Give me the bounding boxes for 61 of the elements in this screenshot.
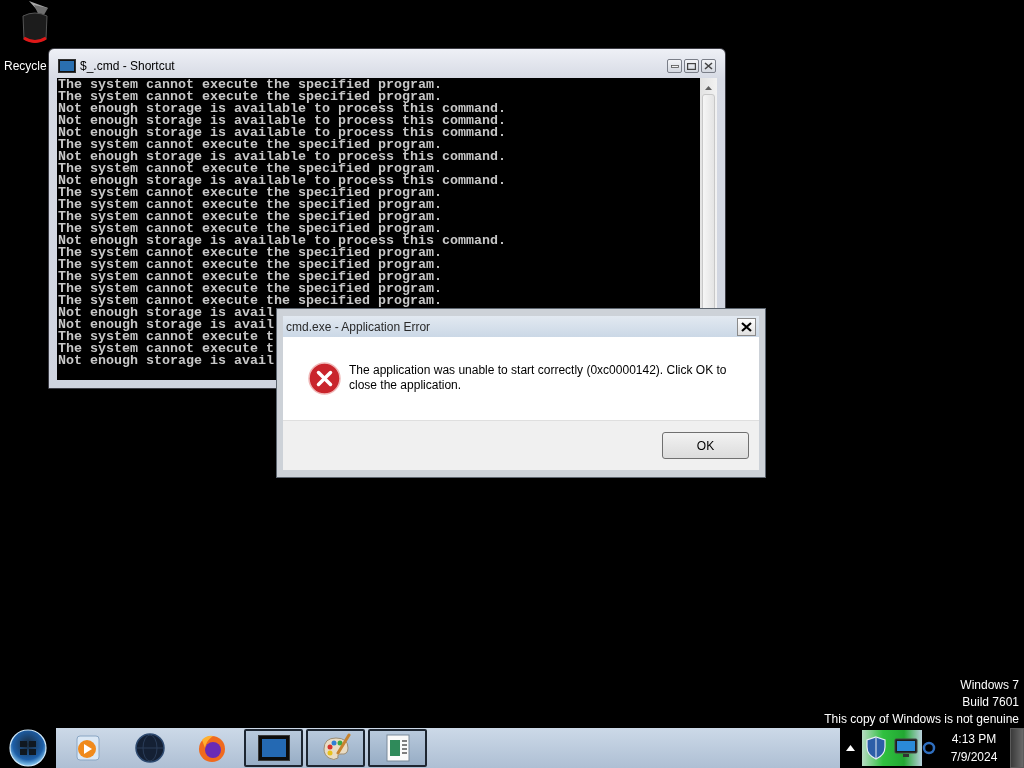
- console-line: The system cannot execute the specified program.: [58, 223, 442, 235]
- clock-date[interactable]: 7/9/2024: [950, 748, 998, 766]
- start-button[interactable]: [9, 729, 47, 767]
- console-line: The system cannot execute the specified program.: [58, 139, 442, 151]
- console-line: Not enough storage is avail: [58, 355, 274, 367]
- console-line: Not enough storage is available to process this command.: [58, 115, 506, 127]
- error-icon: [308, 362, 341, 395]
- close-button[interactable]: [737, 317, 756, 336]
- desktop-icon-label[interactable]: Recycle: [4, 58, 47, 74]
- minimize-icon: [670, 64, 679, 68]
- maximize-button[interactable]: [684, 59, 699, 73]
- console-line: The system cannot execute t: [58, 331, 274, 343]
- palette-icon: [320, 733, 351, 763]
- console-line: Not enough storage is avail: [58, 307, 274, 319]
- console-line: Not enough storage is avail: [58, 319, 274, 331]
- dialog-title: cmd.exe - Application Error: [286, 319, 431, 334]
- close-icon: [741, 321, 752, 332]
- console-line: The system cannot execute the specified program.: [58, 295, 442, 307]
- console-line: The system cannot execute the specified program.: [58, 259, 442, 271]
- ring-icon[interactable]: [922, 740, 936, 756]
- document-icon: [383, 734, 412, 762]
- console-line: The system cannot execute the specified program.: [58, 283, 442, 295]
- console-line: Not enough storage is available to process this command.: [58, 235, 506, 247]
- activation-notice-text: Build 7601: [962, 694, 1019, 711]
- window-icon: [58, 59, 76, 73]
- console-line: The system cannot execute the specified program.: [58, 79, 442, 91]
- window-icon: [257, 735, 290, 761]
- console-line: The system cannot execute t: [58, 343, 274, 355]
- console-line: Not enough storage is available to process this command.: [58, 151, 506, 163]
- console-line: Not enough storage is available to process this command.: [58, 175, 506, 187]
- bin-icon[interactable]: [19, 0, 51, 46]
- console-line: Not enough storage is available to process this command.: [58, 103, 506, 115]
- console-line: The system cannot execute the specified program.: [58, 187, 442, 199]
- console-line: The system cannot execute the specified program.: [58, 163, 442, 175]
- minimize-button[interactable]: [667, 59, 682, 73]
- activation-notice-text: Windows 7: [960, 677, 1019, 694]
- maximize-icon: [687, 62, 696, 70]
- up-arrow-icon[interactable]: [705, 86, 712, 90]
- ok-button[interactable]: OK: [662, 432, 749, 459]
- taskbar-button[interactable]: [306, 729, 365, 767]
- console-line: The system cannot execute the specified program.: [58, 211, 442, 223]
- close-button[interactable]: [701, 59, 716, 73]
- console-line: Not enough storage is available to process this command.: [58, 127, 506, 139]
- globe-icon: [134, 733, 165, 763]
- flame-globe-icon: [196, 733, 227, 763]
- caret-up-icon[interactable]: [846, 745, 855, 751]
- activation-notice-text: This copy of Windows is not genuine: [824, 711, 1019, 728]
- console-line: The system cannot execute the specified program.: [58, 247, 442, 259]
- monitor-icon[interactable]: [894, 738, 918, 758]
- flag-orb-icon: [9, 729, 47, 767]
- console-line: The system cannot execute the specified program.: [58, 91, 442, 103]
- taskbar-button[interactable]: [244, 729, 303, 767]
- taskbar-button[interactable]: [368, 729, 427, 767]
- play-icon: [73, 734, 102, 762]
- console-line: The system cannot execute the specified program.: [58, 199, 442, 211]
- shield-icon[interactable]: [866, 736, 886, 760]
- close-icon: [704, 62, 713, 70]
- window-title: $_.cmd - Shortcut: [80, 59, 176, 73]
- clock-time[interactable]: 4:13 PM: [951, 730, 997, 748]
- error-message: The application was unable to start correctly (0xc0000142). Click OK to close the application.: [349, 363, 728, 393]
- console-line: The system cannot execute the specified program.: [58, 271, 442, 283]
